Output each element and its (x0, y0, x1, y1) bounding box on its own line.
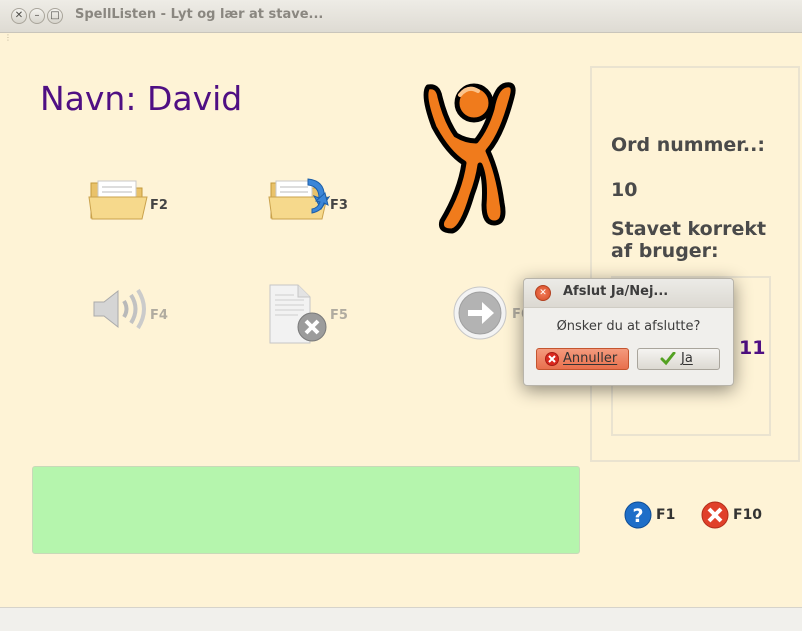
word-number-value: 10 (611, 179, 638, 201)
quit-confirm-dialog: ✕ Afslut Ja/Nej... Ønsker du at afslutte… (523, 278, 734, 386)
quit-icon[interactable] (701, 501, 729, 529)
open-key-label: F2 (150, 198, 168, 213)
load-key-label: F3 (330, 198, 348, 213)
correct-label-line2: af bruger: (611, 240, 719, 262)
title-bar: ✕ – □ SpellListen - Lyt og lær at stave.… (0, 0, 802, 33)
ok-button[interactable]: Ja (637, 348, 720, 370)
window-maximize-button[interactable]: □ (47, 8, 63, 24)
stats-panel: Ord nummer..: 10 Stavet korrekt af bruge… (590, 66, 800, 462)
dialog-message: Ønsker du at afslutte? (556, 319, 701, 334)
folder-open-icon (88, 180, 148, 220)
window-title: SpellListen - Lyt og lær at stave... (75, 7, 324, 22)
ok-label: Ja (681, 351, 693, 366)
help-key-label: F1 (656, 507, 676, 523)
answer-input[interactable] (32, 466, 580, 554)
cancel-label: Annuller (563, 351, 618, 366)
cheering-person-icon (423, 82, 516, 234)
clear-key-label: F5 (330, 308, 348, 323)
quit-key-label: F10 (733, 507, 763, 523)
user-name-label: Navn: David (40, 79, 243, 118)
word-number-label: Ord nummer..: (611, 134, 765, 156)
checkmark-icon (660, 352, 676, 366)
cancel-button[interactable]: Annuller (536, 348, 629, 370)
correct-label-line1: Stavet korrekt (611, 218, 767, 240)
folder-arrow-icon (268, 178, 330, 220)
speak-word-button[interactable]: F4 (88, 283, 208, 347)
dialog-close-button[interactable]: ✕ (535, 285, 551, 301)
svg-text:?: ? (632, 505, 643, 527)
window-close-button[interactable]: ✕ (11, 8, 27, 24)
clear-list-button[interactable]: F5 (268, 283, 388, 347)
dialog-title: Afslut Ja/Nej... (563, 284, 669, 299)
dialog-title-bar: ✕ Afslut Ja/Nej... (524, 279, 733, 308)
load-list-button[interactable]: F3 (268, 173, 388, 237)
inner-value: 11 (739, 337, 766, 359)
document-delete-icon (269, 284, 327, 344)
window-minimize-button[interactable]: – (29, 8, 45, 24)
arrow-right-icon (453, 286, 507, 340)
help-icon[interactable]: ? (624, 501, 652, 529)
status-bar (0, 607, 802, 631)
cancel-icon (545, 352, 559, 366)
open-list-button[interactable]: F2 (88, 173, 208, 237)
grip-icon: ⋮ (4, 33, 12, 42)
speak-key-label: F4 (150, 308, 168, 323)
speaker-icon (93, 288, 146, 330)
